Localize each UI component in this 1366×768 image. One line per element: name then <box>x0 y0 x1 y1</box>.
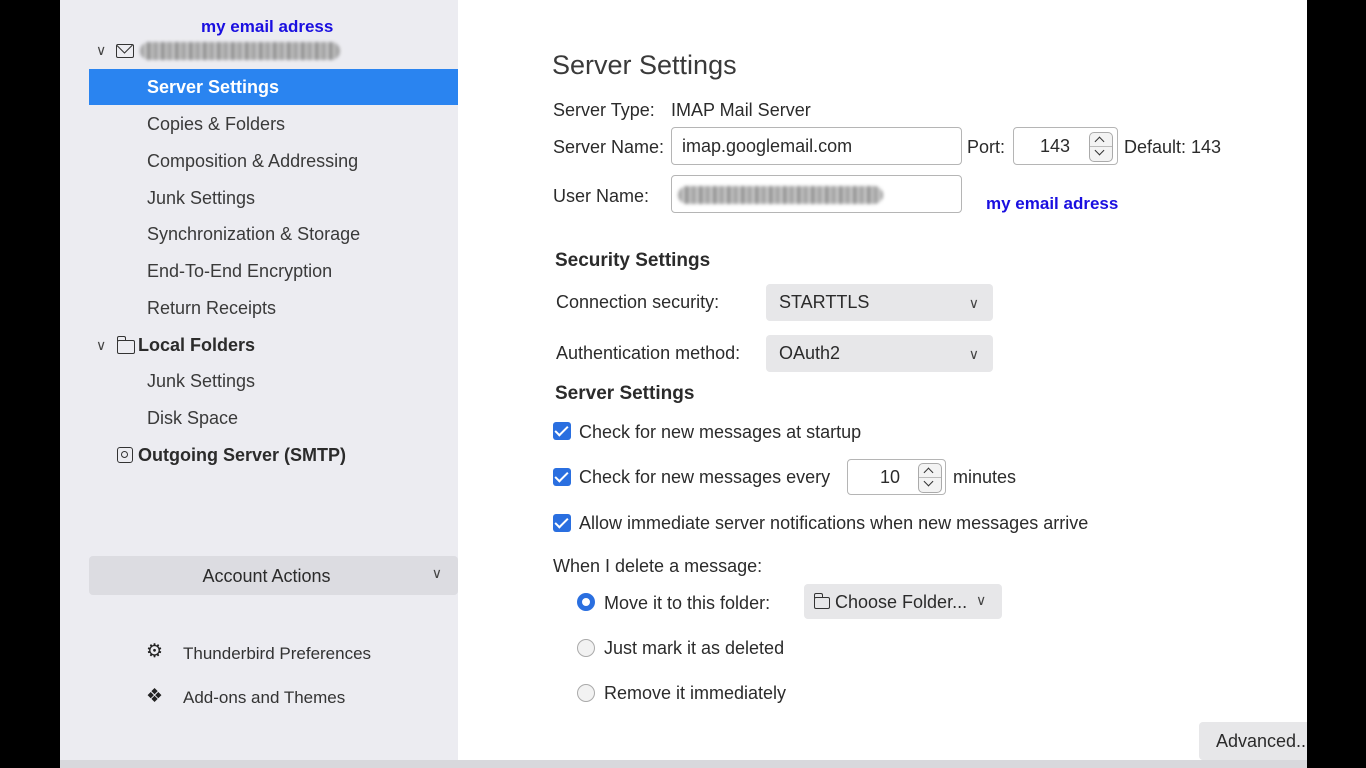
annotation-username-email: my email adress <box>986 194 1119 213</box>
mark-deleted-radio[interactable] <box>577 639 595 657</box>
server-type-value: IMAP Mail Server <box>671 100 811 120</box>
advanced-button[interactable]: Advanced... <box>1199 722 1307 760</box>
page-title: Server Settings <box>552 50 737 80</box>
choose-folder-button[interactable]: Choose Folder... ∨ <box>804 584 1002 619</box>
gear-icon: ⚙ <box>146 641 164 662</box>
check-every-label: Check for new messages every <box>579 467 831 487</box>
redacted-account-name[interactable] <box>140 42 340 60</box>
connection-security-value: STARTTLS <box>779 292 870 312</box>
check-interval-stepper[interactable] <box>918 463 942 493</box>
port-label: Port: <box>967 137 1006 157</box>
port-value: 143 <box>1040 136 1071 156</box>
connection-security-label: Connection security: <box>556 292 720 312</box>
port-default-label: Default: 143 <box>1124 137 1222 157</box>
puzzle-piece-icon: ❖ <box>146 686 164 707</box>
addons-themes-link[interactable]: Add-ons and Themes <box>183 688 345 708</box>
thunderbird-preferences-link[interactable]: Thunderbird Preferences <box>183 644 371 664</box>
sidebar-item-synchronization[interactable]: Synchronization & Storage <box>147 216 360 252</box>
sidebar-item-junk-settings[interactable]: Junk Settings <box>147 180 255 216</box>
sidebar-item-disk-space[interactable]: Disk Space <box>147 400 238 436</box>
allow-notifications-label: Allow immediate server notifications whe… <box>579 513 1089 533</box>
sidebar-item-e2e-encryption[interactable]: End-To-End Encryption <box>147 253 332 289</box>
connection-security-select[interactable]: STARTTLS ∨ <box>766 284 993 321</box>
sidebar-item-composition[interactable]: Composition & Addressing <box>147 143 358 179</box>
collapse-local-folders-icon[interactable]: ∨ <box>96 337 106 354</box>
check-startup-label: Check for new messages at startup <box>579 422 862 442</box>
account-actions-label: Account Actions <box>202 566 331 586</box>
remove-immediately-radio[interactable] <box>577 684 595 702</box>
outgoing-server-icon <box>117 447 133 463</box>
minutes-label: minutes <box>953 467 1017 487</box>
redacted-user-name <box>678 186 883 204</box>
move-to-folder-label: Move it to this folder: <box>604 593 771 613</box>
server-name-input[interactable]: imap.googlemail.com <box>671 127 962 165</box>
settings-window: my email adress ∨ Server Settings Copies… <box>60 0 1307 768</box>
user-name-label: User Name: <box>553 186 650 206</box>
chevron-down-icon: ∨ <box>431 565 442 581</box>
auth-method-select[interactable]: OAuth2 ∨ <box>766 335 993 372</box>
check-startup-checkbox[interactable] <box>553 422 571 440</box>
sidebar-item-local-junk[interactable]: Junk Settings <box>147 363 255 399</box>
server-type-label: Server Type: <box>553 100 655 120</box>
sidebar-item-label: Server Settings <box>147 77 280 97</box>
server-settings-panel: Server Settings Server Type: IMAP Mail S… <box>458 0 1307 768</box>
folder-icon <box>116 336 135 354</box>
remove-immediately-label: Remove it immediately <box>604 683 787 703</box>
check-every-checkbox[interactable] <box>553 468 571 486</box>
chevron-down-icon: ∨ <box>968 346 979 362</box>
local-folders-group[interactable]: Local Folders <box>138 334 255 356</box>
chevron-down-icon: ∨ <box>976 592 987 608</box>
security-settings-heading: Security Settings <box>555 250 711 271</box>
auth-method-label: Authentication method: <box>556 343 741 363</box>
annotation-sidebar-email: my email adress <box>201 17 334 36</box>
mail-account-icon <box>116 44 134 58</box>
port-stepper[interactable] <box>1089 132 1113 162</box>
window-bottom-edge <box>60 760 1307 768</box>
choose-folder-label: Choose Folder... <box>835 592 968 612</box>
account-actions-button[interactable]: Account Actions ∨ <box>89 556 458 595</box>
sidebar-item-outgoing-server[interactable]: Outgoing Server (SMTP) <box>138 444 346 466</box>
delete-message-label: When I delete a message: <box>553 556 763 576</box>
account-sidebar: my email adress ∨ Server Settings Copies… <box>60 0 458 768</box>
sidebar-item-return-receipts[interactable]: Return Receipts <box>147 290 276 326</box>
allow-notifications-checkbox[interactable] <box>553 514 571 532</box>
server-name-label: Server Name: <box>553 137 665 157</box>
folder-icon <box>813 593 830 609</box>
collapse-account-icon[interactable]: ∨ <box>96 42 106 59</box>
auth-method-value: OAuth2 <box>779 343 841 363</box>
server-settings-heading: Server Settings <box>555 383 695 404</box>
sidebar-item-copies-folders[interactable]: Copies & Folders <box>147 106 285 142</box>
mark-deleted-label: Just mark it as deleted <box>604 638 785 658</box>
check-interval-value: 10 <box>880 467 901 487</box>
chevron-down-icon: ∨ <box>968 295 979 311</box>
sidebar-item-server-settings[interactable]: Server Settings <box>89 69 458 105</box>
move-to-folder-radio[interactable] <box>577 593 595 611</box>
